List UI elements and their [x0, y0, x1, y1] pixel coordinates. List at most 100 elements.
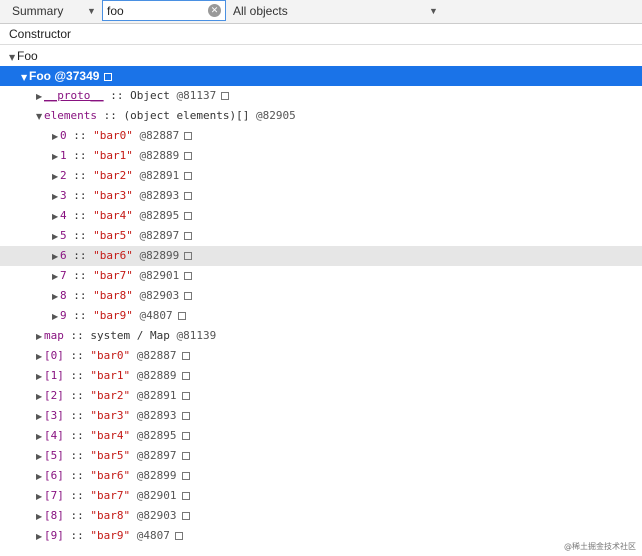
triangle-right-icon[interactable]: ▶ [36, 487, 44, 507]
proto-type: Object [130, 89, 170, 102]
tree-row-indexed[interactable]: ▶ [5] :: "bar5" @82897 [0, 446, 642, 466]
tree-row-element[interactable]: ▶ 2 :: "bar2" @82891 [0, 166, 642, 186]
object-name: Foo [29, 69, 51, 83]
element-address: @82887 [139, 129, 180, 142]
reveal-box-icon[interactable] [184, 232, 193, 240]
watermark: @稀土掘金技术社区 [564, 542, 636, 551]
reveal-box-icon[interactable] [181, 472, 190, 480]
indexed-value: "bar6" [90, 469, 131, 482]
indexed-key: [3] [44, 409, 64, 422]
element-value: "bar8" [93, 289, 133, 302]
map-address: @81139 [176, 329, 217, 342]
tree-row-indexed[interactable]: ▶ [8] :: "bar8" @82903 [0, 506, 642, 526]
tree-row-indexed[interactable]: ▶ [6] :: "bar6" @82899 [0, 466, 642, 486]
triangle-right-icon[interactable]: ▶ [36, 367, 44, 387]
tree-row-elements[interactable]: ▼ elements :: (object elements)[] @82905 [0, 106, 642, 126]
triangle-right-icon[interactable]: ▶ [36, 347, 44, 367]
class-filter-search[interactable]: ✕ [102, 0, 226, 21]
tree-row-element[interactable]: ▶ 9 :: "bar9" @4807 [0, 306, 642, 326]
reveal-box-icon[interactable] [181, 392, 190, 400]
tree-row-element[interactable]: ▶ 3 :: "bar3" @82893 [0, 186, 642, 206]
triangle-right-icon[interactable]: ▶ [52, 187, 60, 207]
triangle-right-icon[interactable]: ▶ [36, 427, 44, 447]
triangle-right-icon[interactable]: ▶ [36, 87, 44, 107]
triangle-right-icon[interactable]: ▶ [52, 247, 60, 267]
triangle-right-icon[interactable]: ▶ [52, 207, 60, 227]
tree-row-indexed[interactable]: ▶ [1] :: "bar1" @82889 [0, 366, 642, 386]
element-key: 1 [60, 149, 67, 162]
reveal-box-icon[interactable] [181, 372, 190, 380]
tree-row-indexed[interactable]: ▶ [9] :: "bar9" @4807 [0, 526, 642, 546]
tree-row-element[interactable]: ▶ 0 :: "bar0" @82887 [0, 126, 642, 146]
reveal-box-icon[interactable] [184, 292, 193, 300]
reveal-box-icon[interactable] [184, 212, 193, 220]
triangle-right-icon[interactable]: ▶ [36, 467, 44, 487]
element-key: 4 [60, 209, 67, 222]
triangle-right-icon[interactable]: ▶ [36, 447, 44, 467]
tree-row-element[interactable]: ▶ 6 :: "bar6" @82899 [0, 246, 642, 266]
element-address: @82889 [139, 149, 180, 162]
triangle-right-icon[interactable]: ▶ [36, 387, 44, 407]
reveal-box-icon[interactable] [184, 272, 193, 280]
triangle-down-icon[interactable]: ▼ [9, 48, 17, 68]
reveal-box-icon[interactable] [177, 312, 186, 320]
reveal-box-icon[interactable] [174, 532, 183, 540]
reveal-box-icon[interactable] [181, 352, 190, 360]
element-key: 6 [60, 249, 67, 262]
reveal-box-icon[interactable] [181, 492, 190, 500]
tree-row-element[interactable]: ▶ 7 :: "bar7" @82901 [0, 266, 642, 286]
tree-row-indexed[interactable]: ▶ [2] :: "bar2" @82891 [0, 386, 642, 406]
triangle-right-icon[interactable]: ▶ [52, 307, 60, 327]
tree-row-element[interactable]: ▶ 1 :: "bar1" @82889 [0, 146, 642, 166]
tree-row-indexed[interactable]: ▶ [0] :: "bar0" @82887 [0, 346, 642, 366]
triangle-right-icon[interactable]: ▶ [52, 267, 60, 287]
reveal-box-icon[interactable] [184, 132, 193, 140]
triangle-down-icon[interactable]: ▼ [21, 68, 29, 88]
element-key: 5 [60, 229, 67, 242]
triangle-right-icon[interactable]: ▶ [52, 287, 60, 307]
reveal-box-icon[interactable] [221, 92, 230, 100]
object-filter-label: All objects [233, 4, 288, 18]
tree-row-element[interactable]: ▶ 8 :: "bar8" @82903 [0, 286, 642, 306]
tree-row-indexed[interactable]: ▶ [4] :: "bar4" @82895 [0, 426, 642, 446]
view-select[interactable]: Summary ▼ [12, 1, 98, 22]
triangle-right-icon[interactable]: ▶ [52, 167, 60, 187]
element-address: @82903 [139, 289, 180, 302]
triangle-right-icon[interactable]: ▶ [52, 227, 60, 247]
triangle-right-icon[interactable]: ▶ [36, 527, 44, 547]
triangle-right-icon[interactable]: ▶ [36, 507, 44, 527]
element-value: "bar3" [93, 189, 133, 202]
column-header-constructor[interactable]: Constructor [0, 24, 642, 45]
indexed-address: @82899 [136, 469, 177, 482]
reveal-box-icon[interactable] [181, 512, 190, 520]
reveal-box-icon[interactable] [104, 73, 113, 81]
reveal-box-icon[interactable] [184, 252, 193, 260]
indexed-key: [2] [44, 389, 64, 402]
tree-row-element[interactable]: ▶ 4 :: "bar4" @82895 [0, 206, 642, 226]
dropdown-arrow-icon: ▼ [429, 6, 438, 16]
indexed-value: "bar2" [90, 389, 131, 402]
reveal-box-icon[interactable] [181, 432, 190, 440]
tree-row-proto[interactable]: ▶ __proto__ :: Object @81137 [0, 86, 642, 106]
tree-row-selected-object[interactable]: ▼ Foo @37349 [0, 66, 642, 86]
element-key: 9 [60, 309, 67, 322]
tree-row-indexed[interactable]: ▶ [3] :: "bar3" @82893 [0, 406, 642, 426]
reveal-box-icon[interactable] [181, 412, 190, 420]
object-filter-select[interactable]: All objects ▼ [233, 1, 443, 22]
triangle-right-icon[interactable]: ▶ [52, 147, 60, 167]
reveal-box-icon[interactable] [184, 152, 193, 160]
triangle-right-icon[interactable]: ▶ [52, 127, 60, 147]
triangle-right-icon[interactable]: ▶ [36, 327, 44, 347]
tree-row-map[interactable]: ▶ map :: system / Map @81139 [0, 326, 642, 346]
triangle-right-icon[interactable]: ▶ [36, 407, 44, 427]
reveal-box-icon[interactable] [184, 172, 193, 180]
element-address: @82891 [139, 169, 180, 182]
triangle-down-icon[interactable]: ▼ [36, 107, 44, 127]
reveal-box-icon[interactable] [184, 192, 193, 200]
search-input[interactable] [107, 2, 203, 19]
tree-row-constructor[interactable]: ▼ Foo [0, 46, 642, 66]
reveal-box-icon[interactable] [181, 452, 190, 460]
tree-row-indexed[interactable]: ▶ [7] :: "bar7" @82901 [0, 486, 642, 506]
tree-row-element[interactable]: ▶ 5 :: "bar5" @82897 [0, 226, 642, 246]
clear-search-icon[interactable]: ✕ [208, 4, 221, 17]
